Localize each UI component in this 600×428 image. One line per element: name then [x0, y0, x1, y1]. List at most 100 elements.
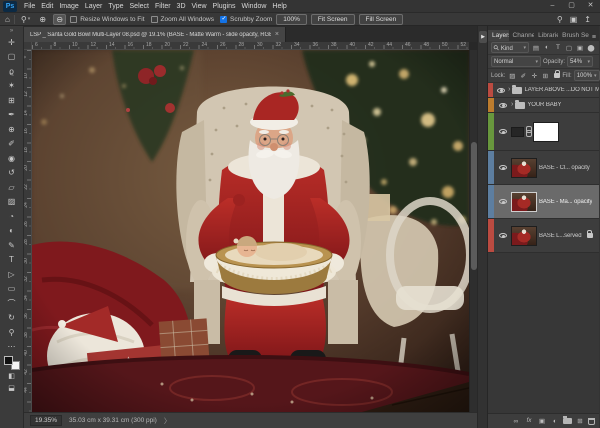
- clone-stamp-tool[interactable]: ◉: [3, 151, 21, 166]
- zoom-tool-chip[interactable]: ⚲▾: [19, 14, 32, 25]
- shape-tool[interactable]: ▭: [3, 282, 21, 297]
- layer-thumbnail[interactable]: [511, 192, 537, 212]
- expand-panels-button[interactable]: ▶: [479, 31, 487, 43]
- gradient-tool[interactable]: ▨: [3, 195, 21, 210]
- document-canvas[interactable]: ✦ ✦ ✦ ✦ ✦: [32, 50, 469, 412]
- group-expand-arrow[interactable]: ›: [508, 86, 510, 94]
- lock-position-icon[interactable]: ✛: [529, 72, 539, 80]
- tab-brush-settings[interactable]: Brush Settin: [558, 30, 589, 41]
- filter-smart-objects-icon[interactable]: ▣: [575, 44, 585, 52]
- menu-item-filter[interactable]: Filter: [152, 0, 174, 13]
- history-brush-tool[interactable]: ↺: [3, 166, 21, 181]
- filter-pixel-layers-icon[interactable]: ▤: [531, 44, 541, 52]
- document-tab[interactable]: LSP _ Santa Gold Bowl Multi-Layer 08.psd…: [24, 27, 286, 42]
- link-layers-icon[interactable]: ∞: [511, 418, 521, 425]
- checkbox-scrubby-zoom[interactable]: Scrubby Zoom: [220, 16, 272, 23]
- zoom-tool[interactable]: ⚲: [3, 325, 21, 340]
- opacity-dropdown[interactable]: 54% ▾: [567, 56, 593, 67]
- checkbox-box[interactable]: [151, 16, 158, 23]
- filter-toggle-icon[interactable]: ⬤: [586, 44, 596, 52]
- new-group-icon[interactable]: [563, 418, 572, 424]
- new-adjustment-layer-icon[interactable]: ◐: [550, 418, 560, 425]
- move-tool[interactable]: ✛: [3, 35, 21, 50]
- quick-mask-button[interactable]: ◧: [3, 370, 21, 382]
- menu-item-file[interactable]: File: [21, 0, 38, 13]
- filter-adjustment-layers-icon[interactable]: ◐: [542, 44, 552, 51]
- 100--button[interactable]: 100%: [276, 14, 307, 25]
- tab-layers[interactable]: Layers: [488, 30, 509, 41]
- menu-item-plugins[interactable]: Plugins: [210, 0, 239, 13]
- fill-dropdown[interactable]: 100% ▾: [574, 70, 600, 81]
- new-layer-icon[interactable]: ⊞: [575, 417, 585, 425]
- layer-thumbnail[interactable]: [511, 127, 524, 137]
- layer-row-layer-above[interactable]: › LAYER ABOVE ...DO NOT MOVE: [488, 83, 599, 98]
- menu-item-select[interactable]: Select: [127, 0, 152, 13]
- crop-tool[interactable]: ⊞: [3, 93, 21, 108]
- pen-tool[interactable]: ✎: [3, 238, 21, 253]
- layer-row-base-ma-selected[interactable]: BASE - Ma... opacity: [488, 185, 599, 219]
- tab-libraries[interactable]: Libraries: [534, 30, 558, 41]
- lasso-tool[interactable]: ϱ: [3, 64, 21, 79]
- group-expand-arrow[interactable]: ›: [511, 101, 513, 109]
- screen-mode-button[interactable]: ⬓: [3, 382, 21, 394]
- maximize-button[interactable]: ▢: [562, 0, 581, 12]
- filter-kind-dropdown[interactable]: ⚲ Kind ▾: [491, 42, 529, 53]
- menu-item-3d[interactable]: 3D: [174, 0, 189, 13]
- visibility-toggle[interactable]: [496, 199, 509, 204]
- mask-link-icon[interactable]: [526, 126, 531, 137]
- filter-shape-layers-icon[interactable]: ▢: [564, 44, 574, 52]
- quick-selection-tool[interactable]: ✶: [3, 79, 21, 94]
- fill-screen-button[interactable]: Fill Screen: [359, 14, 404, 25]
- fit-screen-button[interactable]: Fit Screen: [311, 14, 355, 25]
- path-selection-tool[interactable]: ▷: [3, 267, 21, 282]
- menu-item-type[interactable]: Type: [105, 0, 126, 13]
- visibility-toggle[interactable]: [496, 165, 509, 170]
- vertical-scrollbar[interactable]: [469, 50, 477, 412]
- layer-thumbnail[interactable]: [511, 158, 537, 178]
- checkbox-box[interactable]: [220, 16, 227, 23]
- layer-thumbnail[interactable]: [511, 226, 537, 246]
- type-tool[interactable]: T: [3, 253, 21, 268]
- eyedropper-tool[interactable]: ✒: [3, 108, 21, 123]
- checkbox-zoom-all-windows[interactable]: Zoom All Windows: [151, 16, 214, 23]
- foreground-color-swatch[interactable]: [4, 356, 13, 365]
- healing-brush-tool[interactable]: ⊕: [3, 122, 21, 137]
- workspace-switcher-icon[interactable]: ▣: [570, 15, 578, 24]
- layer-effects-icon[interactable]: fx: [524, 418, 534, 424]
- visibility-toggle[interactable]: [496, 103, 509, 108]
- checkbox-box[interactable]: [70, 16, 77, 23]
- layer-row-masked-layer[interactable]: [488, 113, 599, 151]
- hand-tool[interactable]: ⌒: [3, 296, 21, 311]
- status-zoom-field[interactable]: 19.35%: [30, 415, 62, 426]
- menu-item-help[interactable]: Help: [269, 0, 289, 13]
- status-options-chevron[interactable]: 〉: [164, 416, 171, 426]
- delete-layer-icon[interactable]: [588, 418, 595, 425]
- zoom-in-button[interactable]: ⊕: [36, 14, 49, 25]
- lock-pixels-icon[interactable]: ✐: [518, 72, 528, 80]
- rotate-view-tool[interactable]: ↻: [3, 311, 21, 326]
- visibility-toggle[interactable]: [496, 129, 509, 134]
- blend-mode-dropdown[interactable]: Normal ▾: [491, 56, 541, 67]
- marquee-tool[interactable]: ▢: [3, 50, 21, 65]
- visibility-toggle[interactable]: [495, 88, 506, 93]
- menu-item-layer[interactable]: Layer: [82, 0, 106, 13]
- lock-all-icon[interactable]: [554, 73, 560, 78]
- menu-item-view[interactable]: View: [189, 0, 210, 13]
- toolbar-collapse-icon[interactable]: »: [10, 27, 13, 35]
- lock-artboard-icon[interactable]: ⊞: [540, 72, 550, 80]
- layer-row-your-baby[interactable]: › YOUR BABY: [488, 98, 599, 113]
- home-icon[interactable]: ⌂: [5, 14, 10, 25]
- eraser-tool[interactable]: ▱: [3, 180, 21, 195]
- lock-transparency-icon[interactable]: ▨: [507, 72, 517, 80]
- tab-close-icon[interactable]: ×: [275, 31, 279, 38]
- color-swatches[interactable]: [4, 356, 20, 370]
- add-layer-mask-icon[interactable]: ▣: [537, 417, 547, 425]
- dodge-tool[interactable]: ◐: [3, 224, 21, 239]
- layer-row-base-cl[interactable]: BASE - Cl... opacity: [488, 151, 599, 185]
- minimize-button[interactable]: –: [543, 0, 562, 12]
- more-tools[interactable]: ⋯: [3, 340, 21, 355]
- menu-item-image[interactable]: Image: [56, 0, 81, 13]
- search-icon[interactable]: ⚲: [557, 15, 563, 24]
- share-icon[interactable]: ↥: [584, 15, 591, 24]
- filter-type-layers-icon[interactable]: T: [553, 44, 563, 51]
